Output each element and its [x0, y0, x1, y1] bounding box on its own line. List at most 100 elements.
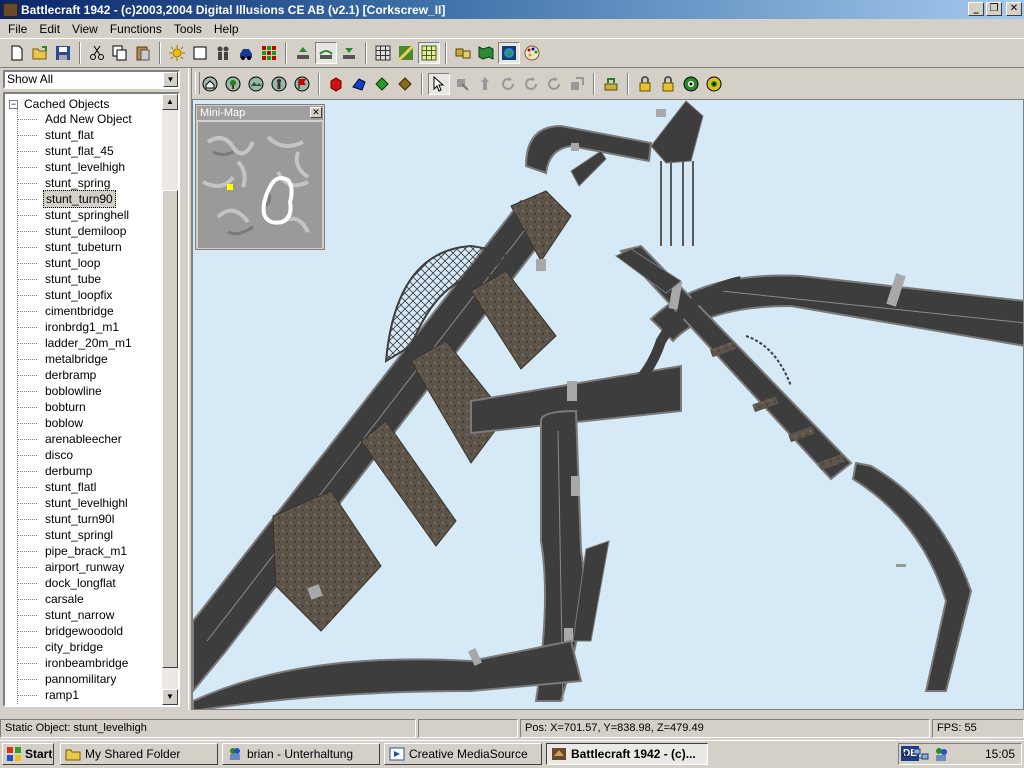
move-xz-button[interactable] [451, 73, 473, 95]
menu-file[interactable]: File [2, 22, 33, 36]
list-item[interactable]: metalbridge [17, 351, 134, 367]
list-item[interactable]: arenableecher [17, 431, 134, 447]
list-item[interactable]: bridgewoodold [17, 623, 134, 639]
snap-button[interactable] [600, 73, 622, 95]
list-item[interactable]: stunt_tubeturn [17, 239, 134, 255]
light-button[interactable] [166, 42, 188, 64]
map-button[interactable] [475, 42, 497, 64]
blue-shape-button[interactable] [348, 73, 370, 95]
track-segment-southwest[interactable] [193, 639, 583, 710]
list-item[interactable]: stunt_flat_45 [17, 143, 134, 159]
people-button[interactable] [212, 42, 234, 64]
globe-button[interactable] [498, 42, 520, 64]
list-item[interactable]: pannomilitary [17, 671, 134, 687]
track-segment-north[interactable] [524, 124, 653, 187]
menu-view[interactable]: View [66, 22, 104, 36]
list-item[interactable]: boblow [17, 415, 134, 431]
copy-button[interactable] [109, 42, 131, 64]
tree-view-button[interactable] [222, 73, 244, 95]
lock-button[interactable] [634, 73, 656, 95]
scroll-thumb[interactable] [162, 190, 178, 668]
list-item[interactable]: stunt_springl [17, 527, 134, 543]
home-view-button[interactable] [199, 73, 221, 95]
list-item[interactable]: ironbrdg1_m1 [17, 319, 134, 335]
lock-all-button[interactable] [657, 73, 679, 95]
move-y-button[interactable] [474, 73, 496, 95]
list-item[interactable]: stunt_demiloop [17, 223, 134, 239]
scale-button[interactable] [566, 73, 588, 95]
rotate-x-button[interactable] [497, 73, 519, 95]
rotate-y-button[interactable] [520, 73, 542, 95]
vehicle-button[interactable] [235, 42, 257, 64]
terrain-view-button[interactable] [245, 73, 267, 95]
camera-b-button[interactable] [703, 73, 725, 95]
menu-edit[interactable]: Edit [33, 22, 66, 36]
taskbar-item-battlecraft[interactable]: Battlecraft 1942 - (c)... [546, 743, 708, 765]
list-item[interactable]: ladder_20m_m1 [17, 335, 134, 351]
minimap-canvas[interactable] [198, 122, 322, 248]
list-item[interactable]: stunt_springhell [17, 207, 134, 223]
object-filter-select[interactable]: Show All ▼ [3, 70, 180, 89]
red-cube-button[interactable] [325, 73, 347, 95]
menu-tools[interactable]: Tools [168, 22, 208, 36]
person-view-button[interactable] [268, 73, 290, 95]
brown-object-button[interactable] [394, 73, 416, 95]
list-item[interactable]: derbump [17, 463, 134, 479]
list-item[interactable]: city_bridge [17, 639, 134, 655]
list-item[interactable]: stunt_turn90 [17, 190, 134, 208]
list-item[interactable]: stunt_levelhigh [17, 159, 134, 175]
grid-color-button[interactable] [258, 42, 280, 64]
tree-root-cached-objects[interactable]: − Cached Objects [9, 96, 109, 112]
list-item[interactable]: stunt_narrow [17, 607, 134, 623]
minimize-button[interactable]: _ [968, 2, 984, 16]
terrain-up-button[interactable] [292, 42, 314, 64]
list-item[interactable]: boblowline [17, 383, 134, 399]
scroll-down-icon[interactable]: ▼ [162, 689, 178, 705]
list-item[interactable]: ramp1 [17, 687, 134, 703]
scroll-up-icon[interactable]: ▲ [162, 94, 178, 110]
list-item[interactable]: bobturn [17, 399, 134, 415]
taskbar-item-mediasource[interactable]: Creative MediaSource [384, 743, 542, 765]
new-file-button[interactable] [6, 42, 28, 64]
battlecraft-app-icon[interactable] [3, 2, 18, 17]
list-item[interactable]: stunt_tube [17, 271, 134, 287]
palette-button[interactable] [521, 42, 543, 64]
list-item[interactable]: disco [17, 447, 134, 463]
grid-overlay-button[interactable] [418, 42, 440, 64]
menu-functions[interactable]: Functions [104, 22, 168, 36]
list-item[interactable]: ironbeambridge [17, 655, 134, 671]
list-item[interactable]: stunt_spring [17, 175, 134, 191]
network-icon[interactable] [913, 746, 929, 762]
save-button[interactable] [52, 42, 74, 64]
list-item[interactable]: stunt_flat [17, 127, 134, 143]
rotate-z-button[interactable] [543, 73, 565, 95]
object-tree[interactable]: − Cached Objects Add New Object stunt_fla… [3, 92, 180, 707]
camera-a-button[interactable] [680, 73, 702, 95]
start-button[interactable]: Start [2, 743, 54, 765]
list-item[interactable]: cimentbridge [17, 303, 134, 319]
tray-clock[interactable]: 15:05 [985, 747, 1015, 761]
frame-button[interactable] [189, 42, 211, 64]
restore-button[interactable]: ❐ [986, 2, 1002, 16]
tree-scrollbar[interactable]: ▲ ▼ [162, 94, 178, 705]
tray-chevron-icon[interactable]: « [902, 747, 909, 761]
select-tool-button[interactable] [428, 73, 450, 95]
green-object-button[interactable] [371, 73, 393, 95]
list-item[interactable]: carsale [17, 591, 134, 607]
list-item[interactable]: stunt_flatl [17, 479, 134, 495]
list-item[interactable]: stunt_turn90l [17, 511, 134, 527]
list-item[interactable]: pipe_brack_m1 [17, 543, 134, 559]
flag-view-button[interactable] [291, 73, 313, 95]
list-item[interactable]: stunt_loop [17, 255, 134, 271]
collapse-icon[interactable]: − [9, 99, 18, 109]
terrain-down-button[interactable] [338, 42, 360, 64]
close-icon[interactable]: ✕ [310, 107, 322, 118]
chevron-down-icon[interactable]: ▼ [163, 72, 178, 87]
list-item[interactable]: stunt_loopfix [17, 287, 134, 303]
open-file-button[interactable] [29, 42, 51, 64]
paste-button[interactable] [132, 42, 154, 64]
list-item[interactable]: Add New Object [17, 111, 134, 127]
list-item[interactable]: stunt_levelhighl [17, 495, 134, 511]
taskbar-item-shared-folder[interactable]: My Shared Folder [60, 743, 218, 765]
menu-help[interactable]: Help [208, 22, 245, 36]
